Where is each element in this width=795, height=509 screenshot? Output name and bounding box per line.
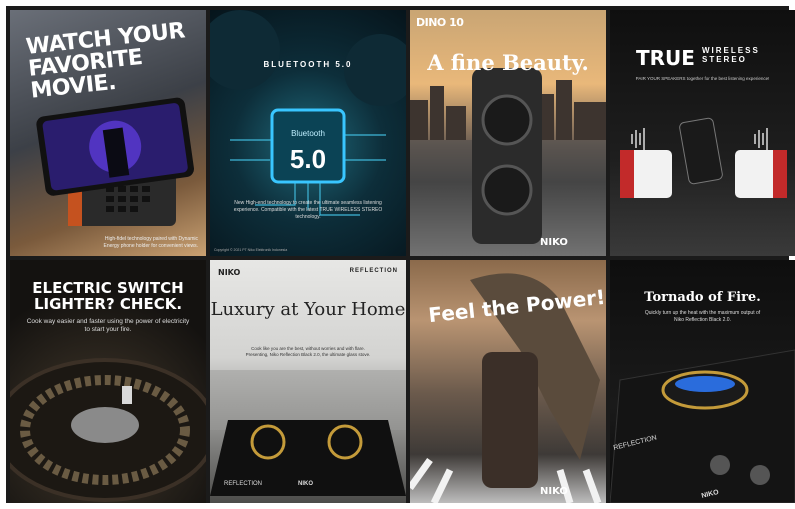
tile-1-footer: High-fidel technology paired with Dynami… <box>103 236 198 249</box>
tile-7-brand: NIKO <box>540 486 568 497</box>
tile-6-product-tag: REFLECTION <box>349 268 398 274</box>
image-gallery-grid: WATCH YOUR FAVORITE MOVIE. High-fidel te… <box>10 10 795 503</box>
tile-6-logo: NIKO <box>218 268 241 277</box>
tile-8-subline: Quickly turn up the heat with the maximu… <box>644 310 761 323</box>
tile-watch-movie[interactable]: WATCH YOUR FAVORITE MOVIE. High-fidel te… <box>10 10 206 256</box>
tile-tornado-fire[interactable]: REFLECTION NIKO Tornado of Fire. Quickly… <box>610 260 795 503</box>
tile-4-headline-stereo: STEREO <box>702 55 747 64</box>
speaker-cone-right <box>344 34 406 106</box>
speaker-cone-left <box>210 10 280 90</box>
tile-3-brand: NIKO <box>540 237 568 248</box>
blue-flame-icon <box>675 376 735 392</box>
tile-fine-beauty[interactable]: DINO 10 A fine Beauty. NIKO <box>410 10 606 256</box>
tile-bluetooth[interactable]: Bluetooth 5.0 BLUETOOTH 5.0 New High-end… <box>210 10 406 256</box>
tile-feel-power[interactable]: Feel the Power! NIKO <box>410 260 606 503</box>
chip-label-main: 5.0 <box>290 144 326 174</box>
speaker-right-accent <box>773 150 787 198</box>
speaker-woofer-bottom <box>481 164 533 216</box>
tile-electric-switch[interactable]: ELECTRIC SWITCH LIGHTER? CHECK. Cook way… <box>10 260 206 503</box>
tile-2-headline: BLUETOOTH 5.0 <box>263 60 353 69</box>
knob-left <box>710 455 730 475</box>
speaker-left-accent <box>620 150 634 198</box>
party-speaker <box>472 68 542 244</box>
tile-4-subline: PAIR YOUR SPEAKERS together for the best… <box>635 76 770 81</box>
tile-3-logo: DINO 10 <box>416 16 464 29</box>
tile-2-description: New High-end technology to create the ul… <box>233 200 383 220</box>
tile-4-headline-rest: WIRELESS STEREO <box>702 46 760 64</box>
chip-label-top: Bluetooth <box>291 129 325 138</box>
speaker <box>482 352 538 488</box>
speaker-woofer-top <box>481 94 533 146</box>
stove-label: REFLECTION <box>224 481 262 487</box>
kitchen-stove-illustration: REFLECTION NIKO <box>210 370 406 496</box>
tile-luxury-home[interactable]: REFLECTION NIKO NIKO REFLECTION Luxury a… <box>210 260 406 503</box>
phone <box>679 117 723 185</box>
tile-8-headline: Tornado of Fire. <box>644 290 761 305</box>
tile-6-headline: Luxury at Your Home <box>210 299 406 320</box>
igniter <box>122 386 132 404</box>
tile-5-headline: ELECTRIC SWITCH LIGHTER? CHECK. <box>32 279 184 313</box>
tile-6-description: Cook like you are the best, without worr… <box>245 346 371 357</box>
knob-right <box>750 465 770 485</box>
sound-wave-left-icon <box>631 128 645 150</box>
tile-4-headline-wireless: WIRELESS <box>702 46 760 55</box>
stove-brand: NIKO <box>298 481 313 487</box>
tile-true-wireless-stereo[interactable]: TRUE WIRELESS STEREO PAIR YOUR SPEAKERS … <box>610 10 795 256</box>
city-speaker-illustration <box>410 68 606 256</box>
tile-2-copyright: Copyright © 2021 PT Niko Elektronik Indo… <box>214 248 288 252</box>
tile-3-headline: A fine Beauty. <box>427 50 589 75</box>
burner-cap <box>71 407 139 443</box>
sound-wave-right-icon <box>754 128 768 150</box>
tile-4-headline-true: TRUE <box>636 46 695 70</box>
tile-5-subline: Cook way easier and faster using the pow… <box>26 318 190 333</box>
